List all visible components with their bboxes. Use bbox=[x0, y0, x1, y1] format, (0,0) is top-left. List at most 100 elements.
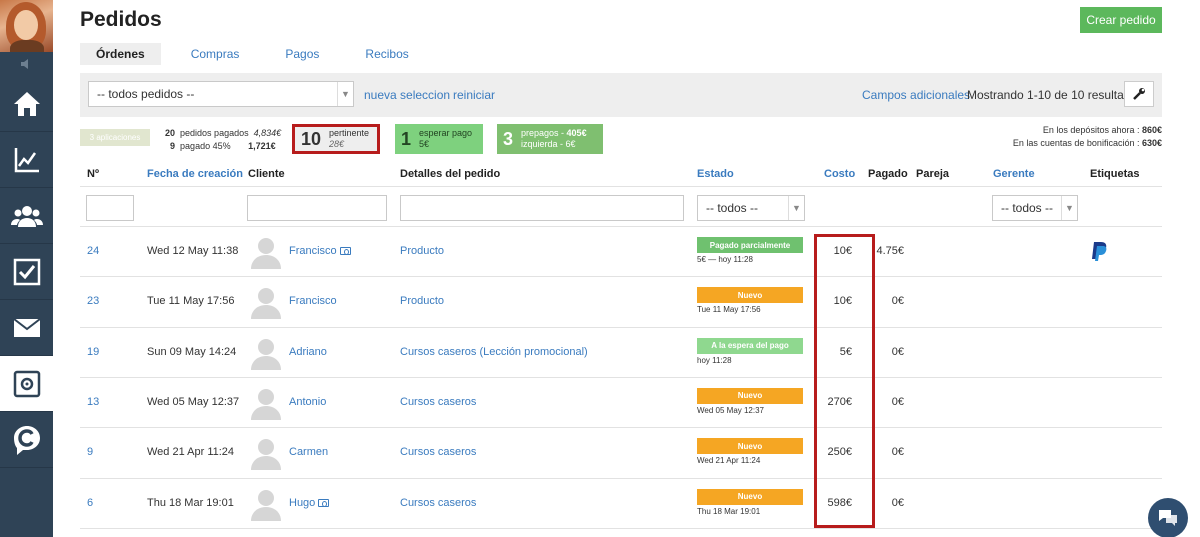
table-row[interactable]: 23 Tue 11 May 17:56 Francisco Producto N… bbox=[80, 277, 1162, 327]
order-number[interactable]: 23 bbox=[87, 295, 99, 307]
cost-highlight-frame bbox=[814, 234, 875, 528]
prepaid-label: prepagos - bbox=[521, 128, 567, 138]
order-paid: 0€ bbox=[891, 345, 904, 358]
relevant-amount: 28€ bbox=[329, 139, 345, 149]
table-row[interactable]: 6 Thu 18 Mar 19:01 Hugo Cursos caseros N… bbox=[80, 479, 1162, 529]
settings-button[interactable] bbox=[1124, 81, 1154, 107]
manager-filter-value: -- todos -- bbox=[1001, 201, 1054, 215]
deposits-label: En los depósitos ahora : bbox=[1042, 125, 1142, 135]
order-paid: 0€ bbox=[891, 295, 904, 308]
col-header-created[interactable]: Fecha de creación bbox=[147, 168, 243, 180]
client-name[interactable]: Carmen bbox=[289, 446, 328, 458]
chat-button[interactable] bbox=[1148, 498, 1188, 537]
orders-filter-select[interactable]: -- todos pedidos -- ▼ bbox=[88, 81, 354, 107]
order-details[interactable]: Cursos caseros bbox=[400, 396, 476, 408]
tab-bar: Órdenes Compras Pagos Recibos bbox=[80, 43, 439, 65]
client-name[interactable]: Adriano bbox=[289, 346, 327, 358]
sidebar-item-tasks[interactable] bbox=[0, 244, 53, 300]
table-row[interactable]: 9 Wed 21 Apr 11:24 Carmen Cursos caseros… bbox=[80, 428, 1162, 478]
chat-icon bbox=[1159, 510, 1177, 526]
order-paid: 0€ bbox=[891, 395, 904, 408]
extra-fields-link[interactable]: Campos adicionales bbox=[862, 88, 970, 102]
checkbox-icon bbox=[13, 258, 40, 285]
order-number[interactable]: 24 bbox=[87, 245, 99, 257]
table-row[interactable]: 19 Sun 09 May 14:24 Adriano Cursos caser… bbox=[80, 328, 1162, 378]
order-details[interactable]: Producto bbox=[400, 245, 444, 257]
sidebar-item-brand[interactable] bbox=[0, 412, 53, 468]
client-name[interactable]: Antonio bbox=[289, 396, 326, 408]
order-number[interactable]: 6 bbox=[87, 497, 93, 509]
money-icon bbox=[339, 247, 351, 256]
status-timestamp: Wed 21 Apr 11:24 bbox=[697, 456, 761, 466]
status-badge: Pagado parcialmente bbox=[697, 237, 803, 253]
paid-pct-label: pagado 45% bbox=[180, 141, 231, 151]
results-count: Mostrando 1-10 de 10 resultados. bbox=[967, 88, 1147, 102]
reset-link[interactable]: reiniciar bbox=[453, 88, 495, 102]
mail-icon bbox=[12, 317, 41, 337]
chart-icon bbox=[14, 147, 39, 172]
tab-payments[interactable]: Pagos bbox=[269, 43, 335, 65]
sidebar-item-mail[interactable] bbox=[0, 300, 53, 356]
client-name[interactable]: Francisco bbox=[289, 295, 337, 307]
col-header-partner: Pareja bbox=[916, 168, 950, 180]
sidebar-item-orders[interactable] bbox=[0, 356, 53, 412]
bonus-value: 630€ bbox=[1141, 138, 1162, 148]
order-number[interactable]: 9 bbox=[87, 446, 93, 458]
order-details[interactable]: Cursos caseros bbox=[400, 446, 476, 458]
user-avatar[interactable] bbox=[0, 0, 53, 52]
prepaid-count: 3 bbox=[503, 128, 514, 149]
order-details[interactable]: Cursos caseros (Lección promocional) bbox=[400, 346, 588, 358]
manager-filter-select[interactable]: -- todos -- ▼ bbox=[992, 195, 1078, 221]
order-date: Sun 09 May 14:24 bbox=[147, 345, 237, 358]
order-date: Wed 21 Apr 11:24 bbox=[147, 446, 235, 459]
status-badge: Nuevo bbox=[697, 488, 803, 505]
relevant-orders-box[interactable]: 10 pertinente 28€ bbox=[292, 124, 380, 154]
apps-badge[interactable]: 3 aplicaciones bbox=[80, 129, 150, 146]
col-header-manager[interactable]: Gerente bbox=[993, 168, 1035, 180]
status-badge: Nuevo bbox=[697, 438, 803, 455]
paid-orders-count: 20 bbox=[165, 128, 176, 138]
sidebar-item-users[interactable] bbox=[0, 188, 53, 244]
home-icon bbox=[13, 91, 40, 116]
status-timestamp: Thu 18 Mar 19:01 bbox=[697, 506, 761, 516]
tab-orders[interactable]: Órdenes bbox=[80, 43, 161, 65]
sidebar-item-home[interactable] bbox=[0, 76, 53, 132]
col-header-cost[interactable]: Costo bbox=[824, 168, 855, 180]
create-order-button[interactable]: Crear pedido bbox=[1080, 7, 1162, 33]
waiting-amount: 5€ bbox=[419, 139, 430, 149]
paypal-icon bbox=[1092, 242, 1107, 261]
num-filter-input[interactable] bbox=[86, 195, 134, 221]
sidebar bbox=[0, 0, 53, 537]
sidebar-item-stats[interactable] bbox=[0, 132, 53, 188]
table-row[interactable]: 13 Wed 05 May 12:37 Antonio Cursos caser… bbox=[80, 378, 1162, 428]
order-details[interactable]: Producto bbox=[400, 295, 444, 307]
page-title: Pedidos bbox=[80, 8, 162, 31]
client-name[interactable]: Francisco bbox=[289, 245, 351, 257]
new-selection-link[interactable]: nueva seleccion bbox=[364, 88, 450, 102]
order-details[interactable]: Cursos caseros bbox=[400, 497, 476, 509]
users-icon bbox=[10, 205, 43, 227]
waiting-payment-box[interactable]: 1 esperar pago 5€ bbox=[395, 124, 483, 154]
order-number[interactable]: 19 bbox=[87, 346, 99, 358]
status-filter-select[interactable]: -- todos -- ▼ bbox=[697, 195, 805, 221]
col-header-details: Detalles del pedido bbox=[400, 168, 501, 180]
order-date: Wed 05 May 12:37 bbox=[147, 395, 240, 408]
safe-icon bbox=[13, 370, 40, 397]
status-timestamp: Wed 05 May 12:37 bbox=[697, 405, 765, 415]
order-number[interactable]: 13 bbox=[87, 396, 99, 408]
tab-receipts[interactable]: Recibos bbox=[349, 43, 424, 65]
client-filter-input[interactable] bbox=[247, 195, 387, 221]
details-filter-input[interactable] bbox=[400, 195, 684, 221]
mute-icon[interactable] bbox=[0, 52, 53, 76]
table-row[interactable]: 24 Wed 12 May 11:38 Francisco Producto P… bbox=[80, 227, 1162, 277]
status-timestamp: Tue 11 May 17:56 bbox=[697, 305, 761, 315]
order-paid: 0€ bbox=[891, 496, 904, 509]
chevron-down-icon: ▼ bbox=[1061, 196, 1077, 220]
prepaid-box[interactable]: 3 prepagos - 405€ izquierda - 6€ bbox=[497, 124, 603, 154]
relevant-label: pertinente bbox=[329, 128, 370, 138]
tab-purchases[interactable]: Compras bbox=[175, 43, 256, 65]
status-badge: A la espera del pago bbox=[697, 337, 803, 354]
col-header-status[interactable]: Estado bbox=[697, 168, 734, 180]
status-badge: Nuevo bbox=[697, 287, 803, 304]
client-name[interactable]: Hugo bbox=[289, 497, 330, 509]
